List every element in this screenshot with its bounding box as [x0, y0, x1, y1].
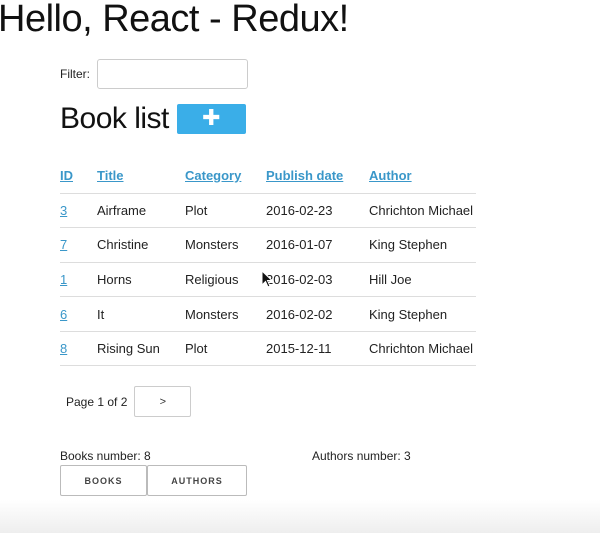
filter-row: Filter:	[60, 59, 248, 89]
cell-publish-date: 2016-02-02	[266, 296, 369, 332]
page-title: Hello, React - Redux!	[0, 0, 349, 40]
column-header-title[interactable]: Title	[97, 158, 185, 194]
cell-category: Plot	[185, 331, 266, 367]
table-row: 7 Christine Monsters 2016-01-07 King Ste…	[60, 227, 476, 263]
book-id-link[interactable]: 1	[60, 272, 67, 287]
mouse-cursor-icon	[261, 270, 273, 288]
next-page-button[interactable]: >	[134, 386, 192, 417]
book-id-link[interactable]: 3	[60, 203, 67, 218]
sort-publish-date-link[interactable]: Publish date	[266, 168, 343, 183]
cell-publish-date: 2015-12-11	[266, 331, 369, 367]
filter-label: Filter:	[60, 67, 90, 81]
bottom-fade	[0, 500, 600, 533]
table-row: 3 Airframe Plot 2016-02-23 Chrichton Mic…	[60, 193, 476, 229]
books-button[interactable]: BOOKS	[60, 465, 147, 496]
authors-button[interactable]: AUTHORS	[147, 465, 247, 496]
sort-author-link[interactable]: Author	[369, 168, 412, 183]
cell-title: Airframe	[97, 193, 185, 229]
table-row: 8 Rising Sun Plot 2015-12-11 Chrichton M…	[60, 331, 476, 367]
page-indicator: Page 1 of 2	[66, 394, 128, 409]
cell-id[interactable]: 3	[60, 193, 97, 229]
authors-count: Authors number: 3	[312, 449, 411, 463]
cell-publish-date: 2016-02-03	[266, 262, 369, 298]
cell-title: It	[97, 296, 185, 332]
book-id-link[interactable]: 6	[60, 307, 67, 322]
table-header-row: ID Title Category Publish date Author	[60, 158, 476, 194]
cell-category: Monsters	[185, 296, 266, 332]
column-header-publish-date[interactable]: Publish date	[266, 158, 369, 194]
filter-input[interactable]	[97, 59, 248, 89]
cell-id[interactable]: 1	[60, 262, 97, 298]
cell-author: King Stephen	[369, 227, 476, 263]
book-list-title: Book list	[60, 102, 169, 135]
cell-publish-date: 2016-01-07	[266, 227, 369, 263]
cell-publish-date: 2016-02-23	[266, 193, 369, 229]
nav-buttons: BOOKS AUTHORS	[60, 465, 247, 496]
sort-title-link[interactable]: Title	[97, 168, 124, 183]
cell-author: Chrichton Michael	[369, 193, 476, 229]
sort-id-link[interactable]: ID	[60, 168, 73, 183]
column-header-author[interactable]: Author	[369, 158, 476, 194]
cell-category: Religious	[185, 262, 266, 298]
cell-id[interactable]: 6	[60, 296, 97, 332]
book-list-header: Book list ✚	[60, 102, 246, 136]
book-id-link[interactable]: 8	[60, 341, 67, 356]
add-book-button[interactable]: ✚	[176, 104, 246, 134]
column-header-id[interactable]: ID	[60, 158, 97, 194]
cell-author: Hill Joe	[369, 262, 476, 298]
cell-author: King Stephen	[369, 296, 476, 332]
cell-author: Chrichton Michael	[369, 331, 476, 367]
book-id-link[interactable]: 7	[60, 237, 67, 252]
cell-id[interactable]: 8	[60, 331, 97, 367]
plus-icon: ✚	[202, 106, 221, 131]
books-count: Books number: 8	[60, 449, 151, 463]
cell-title: Rising Sun	[97, 331, 185, 367]
cell-title: Christine	[97, 227, 185, 263]
cell-category: Monsters	[185, 227, 266, 263]
column-header-category[interactable]: Category	[185, 158, 266, 194]
books-table: ID Title Category Publish date Author 3 …	[60, 158, 476, 367]
pagination: Page 1 of 2 >	[66, 386, 192, 417]
table-row: 6 It Monsters 2016-02-02 King Stephen	[60, 296, 476, 332]
cell-title: Horns	[97, 262, 185, 298]
cell-id[interactable]: 7	[60, 227, 97, 263]
cell-category: Plot	[185, 193, 266, 229]
sort-category-link[interactable]: Category	[185, 168, 241, 183]
